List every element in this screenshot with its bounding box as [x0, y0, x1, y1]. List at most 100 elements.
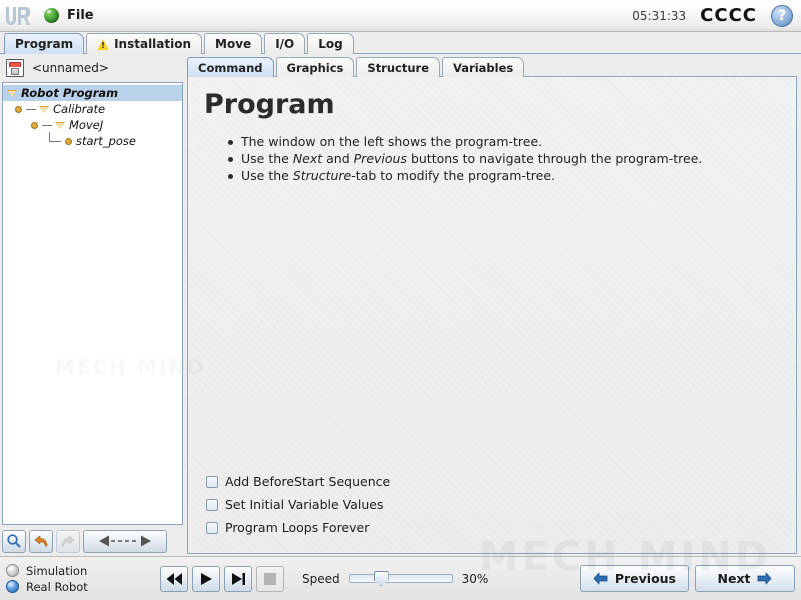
status-bar: Simulation Real Robot Speed 30% Previous…	[0, 556, 801, 600]
speed-slider-thumb[interactable]	[373, 571, 389, 586]
globe-icon	[44, 8, 59, 23]
undo-button[interactable]	[29, 529, 53, 553]
tab-structure[interactable]: Structure	[356, 57, 441, 77]
redo-button	[56, 529, 80, 553]
search-button[interactable]	[2, 529, 26, 553]
expand-triangle-icon[interactable]	[55, 121, 65, 129]
tab-log-label: Log	[318, 37, 343, 51]
checkbox-add-beforestart-sequence[interactable]: Add BeforeStart Sequence	[206, 470, 782, 493]
tab-installation[interactable]: Installation	[86, 33, 203, 54]
list-item: Use the Next and Previous buttons to nav…	[228, 151, 782, 167]
radio-real-robot[interactable]: Real Robot	[6, 580, 146, 594]
tree-node-calibrate[interactable]: Calibrate	[3, 101, 182, 117]
tab-command-label: Command	[198, 60, 263, 75]
tree-connector-knob-icon[interactable]	[15, 105, 22, 113]
brand-label: CCCC	[700, 5, 757, 26]
warning-icon	[97, 38, 110, 50]
list-item: The window on the left shows the program…	[228, 134, 782, 150]
checkbox-program-loops-forever[interactable]: Program Loops Forever	[206, 516, 782, 539]
tab-move[interactable]: Move	[204, 33, 263, 54]
checkbox-set-initial-variable-values[interactable]: Set Initial Variable Values	[206, 493, 782, 516]
page-title: Program	[204, 89, 335, 120]
tree-node-label: Calibrate	[53, 102, 106, 116]
tree-node-label: start_pose	[76, 134, 136, 148]
file-menu[interactable]: File	[38, 6, 100, 25]
radio-simulation[interactable]: Simulation	[6, 564, 146, 578]
previous-button-label: Previous	[614, 571, 676, 586]
bullet-text: The window on the left shows the program…	[241, 134, 543, 149]
bullet-text: Use the Structure-tab to modify the prog…	[241, 168, 556, 183]
tab-variables-label: Variables	[453, 60, 514, 75]
tree-node-label: MoveJ	[69, 118, 104, 132]
command-panel: Command Graphics Structure Variables Pro…	[185, 54, 801, 556]
rewind-button[interactable]	[160, 565, 188, 592]
move-node-button[interactable]	[83, 529, 167, 553]
program-name-row: <unnamed>	[2, 56, 183, 80]
bullet-dot-icon	[228, 174, 233, 179]
checkbox-icon[interactable]	[206, 475, 218, 488]
ur-logo	[4, 5, 30, 27]
tab-io[interactable]: I/O	[264, 33, 306, 54]
tab-variables[interactable]: Variables	[442, 57, 525, 77]
command-content: Program The window on the left shows the…	[187, 77, 797, 554]
undo-arrow-icon	[34, 535, 48, 547]
rewind-icon	[166, 572, 182, 585]
left-right-arrows-icon	[99, 535, 151, 547]
floppy-disk-icon[interactable]	[6, 59, 24, 77]
tab-structure-label: Structure	[367, 60, 430, 75]
tree-connector-knob-icon[interactable]	[31, 121, 38, 129]
expand-triangle-icon[interactable]	[7, 89, 17, 97]
navigation-buttons: Previous Next	[579, 565, 795, 592]
speed-label: Speed	[302, 571, 340, 586]
file-menu-label: File	[67, 8, 94, 23]
help-icon[interactable]: ?	[771, 4, 793, 27]
expand-triangle-icon[interactable]	[39, 105, 49, 113]
tree-connector-line	[42, 124, 52, 126]
stop-icon	[264, 572, 276, 585]
program-options: Add BeforeStart Sequence Set Initial Var…	[202, 470, 782, 543]
tree-node-robot-program[interactable]: Robot Program	[3, 85, 182, 101]
transport-controls	[160, 565, 284, 592]
tree-connector-line	[26, 108, 36, 110]
radio-icon[interactable]	[6, 564, 19, 577]
tree-connector-elbow	[49, 132, 61, 142]
program-name-label: <unnamed>	[32, 61, 109, 75]
tab-program-label: Program	[15, 37, 74, 51]
checkbox-icon[interactable]	[206, 521, 218, 534]
checkbox-label: Program Loops Forever	[225, 520, 370, 535]
list-item: Use the Structure-tab to modify the prog…	[228, 168, 782, 184]
speed-control: Speed 30%	[302, 571, 494, 586]
arrow-right-icon	[758, 572, 772, 585]
bullet-dot-icon	[228, 157, 233, 162]
radio-icon[interactable]	[6, 580, 19, 593]
program-tree-panel: <unnamed> Robot Program Calibrate MoveJ …	[0, 54, 185, 556]
checkbox-label: Set Initial Variable Values	[225, 497, 384, 512]
robot-mode-group: Simulation Real Robot	[6, 564, 146, 594]
checkbox-icon[interactable]	[206, 498, 218, 511]
sub-tab-bar: Command Graphics Structure Variables	[187, 56, 797, 77]
header-right-group: 05:31:33 CCCC ?	[632, 4, 801, 27]
play-button[interactable]	[192, 565, 220, 592]
previous-button[interactable]: Previous	[579, 565, 689, 592]
polyscope-window: File 05:31:33 CCCC ? Program Installatio…	[0, 0, 801, 600]
next-button-label: Next	[717, 571, 751, 586]
tab-log[interactable]: Log	[307, 33, 354, 54]
tab-graphics[interactable]: Graphics	[275, 57, 355, 77]
tree-node-label: Robot Program	[21, 86, 119, 100]
tab-program[interactable]: Program	[4, 33, 85, 54]
clock: 05:31:33	[632, 8, 687, 23]
next-button[interactable]: Next	[695, 565, 795, 592]
speed-slider[interactable]	[348, 571, 453, 586]
magnifier-icon	[7, 534, 21, 548]
tree-node-start-pose[interactable]: start_pose	[3, 132, 182, 149]
tree-node-movej[interactable]: MoveJ	[3, 117, 182, 133]
radio-simulation-label: Simulation	[26, 563, 88, 578]
arrow-left-icon	[593, 572, 608, 585]
tab-installation-label: Installation	[114, 37, 192, 51]
tab-command[interactable]: Command	[187, 57, 274, 77]
program-tree[interactable]: Robot Program Calibrate MoveJ start_pose	[2, 82, 183, 525]
redo-arrow-icon	[61, 535, 75, 547]
main-body: <unnamed> Robot Program Calibrate MoveJ …	[0, 54, 801, 556]
tree-toolbar	[2, 528, 183, 554]
step-button[interactable]	[224, 565, 252, 592]
